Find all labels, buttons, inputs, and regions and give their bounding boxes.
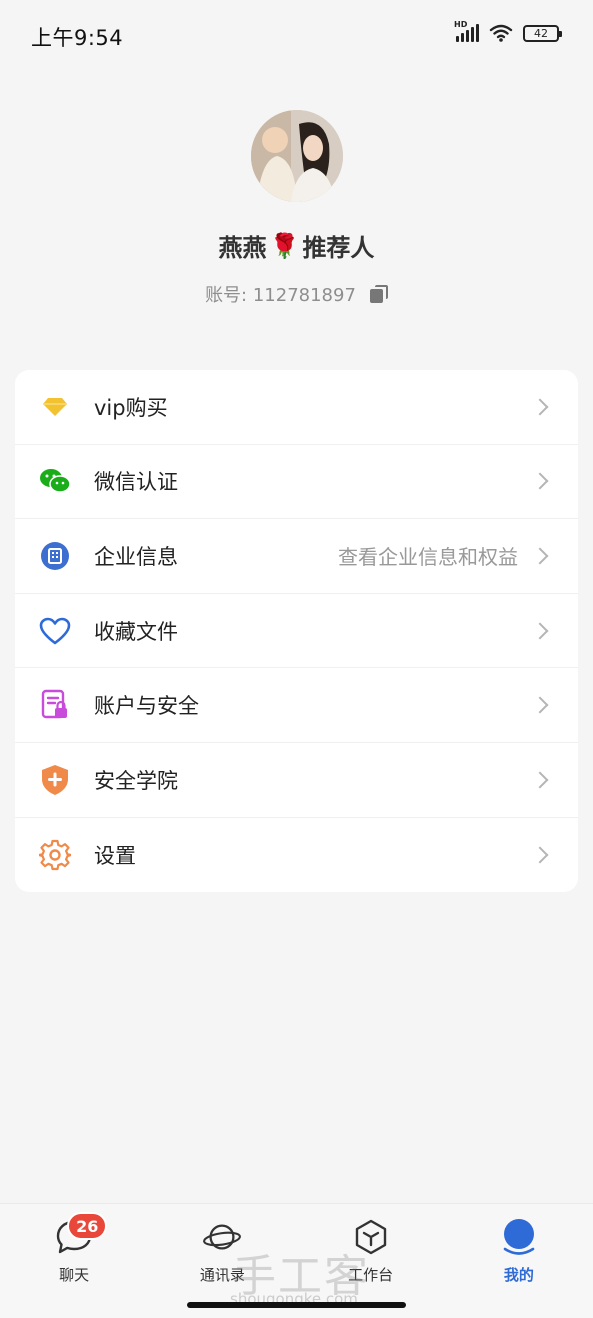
unread-badge: 26: [67, 1212, 108, 1240]
menu-label: 账户与安全: [94, 694, 199, 719]
tab-label: 聊天: [59, 1266, 90, 1284]
profile-header: 燕燕 🌹 推荐人 账号: 112781897: [0, 110, 593, 307]
avatar[interactable]: [250, 110, 343, 202]
menu-item-security-academy[interactable]: 安全学院: [15, 743, 578, 818]
menu-item-wechat[interactable]: 微信认证: [15, 445, 578, 520]
user-name: 燕燕 🌹 推荐人: [0, 228, 593, 263]
gear-icon: [39, 839, 71, 871]
tab-me[interactable]: 我的: [445, 1204, 593, 1318]
status-time: 上午9:54: [31, 26, 124, 50]
account-id: 账号: 112781897: [205, 285, 356, 306]
menu-item-settings[interactable]: 设置: [15, 818, 578, 893]
shield-icon: [39, 764, 71, 796]
chevron-right-icon: [531, 398, 549, 416]
menu-item-company[interactable]: 企业信息 查看企业信息和权益: [15, 519, 578, 594]
menu-label: 收藏文件: [94, 619, 178, 644]
tab-contacts[interactable]: 通讯录: [148, 1204, 296, 1318]
rose-icon: 🌹: [269, 231, 300, 260]
network-type: HD: [454, 20, 468, 29]
signal-icon: HD: [454, 20, 479, 42]
status-bar: 上午9:54 HD 42: [0, 0, 593, 70]
menu-label: 设置: [94, 843, 136, 868]
planet-icon: [203, 1218, 242, 1256]
menu-label: 微信认证: [94, 470, 178, 495]
bottom-tab-bar: 26 聊天 通讯录 工作台 我的: [0, 1203, 593, 1318]
home-indicator[interactable]: [187, 1302, 406, 1308]
user-name-suffix: 推荐人: [302, 234, 375, 262]
building-icon: [39, 540, 71, 572]
wifi-icon: [489, 24, 513, 42]
status-icons: HD 42: [454, 20, 562, 42]
wechat-icon: [39, 465, 71, 497]
heart-icon: [39, 615, 71, 647]
menu-label: vip购买: [94, 395, 168, 420]
menu-item-account-security[interactable]: 账户与安全: [15, 668, 578, 743]
chevron-right-icon: [531, 547, 549, 565]
menu-label: 企业信息: [94, 544, 178, 569]
tab-label: 通讯录: [199, 1266, 245, 1284]
tab-label: 工作台: [348, 1266, 394, 1284]
profile-icon: [500, 1218, 538, 1256]
account-row: 账号: 112781897: [0, 281, 593, 307]
user-name-text: 燕燕: [218, 234, 267, 262]
chevron-right-icon: [531, 846, 549, 864]
chevron-right-icon: [531, 622, 549, 640]
document-lock-icon: [39, 689, 71, 721]
diamond-icon: [39, 391, 71, 423]
chat-bubble-icon: 26: [55, 1212, 108, 1256]
copy-icon[interactable]: [369, 285, 388, 303]
battery-icon: 42: [523, 24, 562, 42]
chevron-right-icon: [531, 472, 549, 490]
menu-hint: 查看企业信息和权益: [338, 545, 518, 570]
menu-list: vip购买 微信认证 企业信息 查看企业信息和权益 收藏文件 账户与安全 安全学…: [15, 370, 578, 893]
menu-item-vip[interactable]: vip购买: [15, 370, 578, 445]
cube-icon: [352, 1218, 390, 1256]
menu-label: 安全学院: [94, 768, 178, 793]
menu-item-favorites[interactable]: 收藏文件: [15, 594, 578, 669]
chevron-right-icon: [531, 696, 549, 714]
tab-workbench[interactable]: 工作台: [297, 1204, 445, 1318]
tab-chat[interactable]: 26 聊天: [0, 1204, 148, 1318]
chevron-right-icon: [531, 771, 549, 789]
tab-label: 我的: [503, 1266, 534, 1284]
battery-level: 42: [534, 26, 548, 40]
